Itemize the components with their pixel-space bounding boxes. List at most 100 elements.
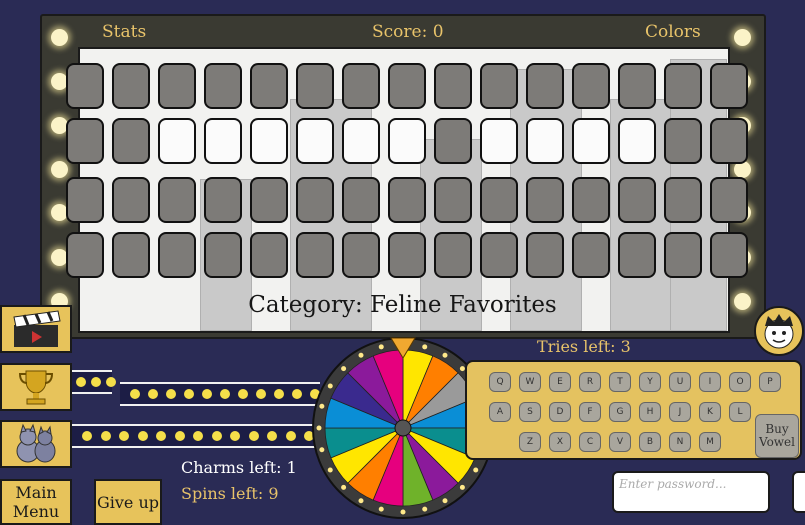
letter-tile (434, 118, 472, 164)
buy-vowel-button[interactable]: Buy Vowel (755, 414, 799, 458)
letter-tile (296, 232, 334, 278)
key-o[interactable]: O (729, 372, 751, 392)
key-d[interactable]: D (549, 402, 571, 422)
strip-dot (119, 431, 129, 441)
letter-tile (618, 63, 656, 109)
strip-dot (76, 377, 86, 387)
strip-dot (100, 431, 111, 441)
key-t[interactable]: T (609, 372, 631, 392)
letter-tile (572, 232, 610, 278)
wheel-rim-dot (327, 383, 333, 389)
letter-tile (388, 118, 426, 164)
letter-tile (526, 118, 564, 164)
strip-dot (174, 431, 185, 441)
trophy-button[interactable] (0, 363, 72, 411)
wheel-rim-dot (319, 403, 325, 409)
key-w[interactable]: W (519, 372, 541, 392)
letter-tile (204, 232, 242, 278)
key-c[interactable]: C (579, 432, 601, 452)
letter-tile (572, 177, 610, 223)
strip-dot (267, 431, 277, 441)
key-p[interactable]: P (759, 372, 781, 392)
key-b[interactable]: B (639, 432, 661, 452)
wheel-rim-dot (341, 366, 347, 372)
clapperboard-button[interactable] (0, 305, 72, 353)
letter-tile (112, 232, 150, 278)
key-y[interactable]: Y (639, 372, 661, 392)
letter-tile (618, 232, 656, 278)
key-u[interactable]: U (669, 372, 691, 392)
letter-tile (204, 118, 242, 164)
key-r[interactable]: R (579, 372, 601, 392)
key-g[interactable]: G (609, 402, 631, 422)
key-x[interactable]: X (549, 432, 571, 452)
strip-dot (238, 389, 248, 399)
give-up-button[interactable]: Give up (94, 479, 162, 525)
wheel-rim-dot (473, 467, 479, 473)
letter-tile (664, 63, 702, 109)
letter-tile (342, 232, 380, 278)
letter-tile (112, 118, 150, 164)
cats-button[interactable] (0, 420, 72, 468)
wheel-rim-dot (358, 352, 364, 358)
wheel-rim-dot (358, 498, 364, 504)
key-l[interactable]: L (729, 402, 751, 422)
clapperboard-icon (13, 310, 61, 347)
letter-tile (250, 118, 288, 164)
strip-dot (91, 377, 101, 387)
charms-left: Charms left: 1 (181, 458, 297, 477)
key-a[interactable]: A (489, 402, 511, 422)
main-menu-button[interactable]: Main Menu (0, 479, 72, 525)
strip-dot (220, 389, 230, 399)
letter-tile (664, 118, 702, 164)
key-m[interactable]: M (699, 432, 721, 452)
letter-tile (434, 232, 472, 278)
password-input[interactable]: Enter password... (612, 471, 770, 513)
key-e[interactable]: E (549, 372, 571, 392)
key-j[interactable]: J (669, 402, 691, 422)
letter-tile (434, 63, 472, 109)
key-i[interactable]: I (699, 372, 721, 392)
wheel-hub (394, 419, 412, 437)
letter-tile (66, 118, 104, 164)
wheel-rim-dot (442, 498, 448, 504)
key-h[interactable]: H (639, 402, 661, 422)
letter-tile (112, 63, 150, 109)
wheel-rim-dot (316, 425, 322, 431)
strip-dot (248, 431, 259, 441)
key-s[interactable]: S (519, 402, 541, 422)
wheel-rim-dot (378, 344, 384, 350)
letter-tile (388, 177, 426, 223)
trophy-icon (18, 370, 54, 405)
letter-tile (66, 63, 104, 109)
letter-tile (112, 177, 150, 223)
colors-button[interactable]: Colors (645, 22, 701, 42)
key-z[interactable]: Z (519, 432, 541, 452)
key-n[interactable]: N (669, 432, 691, 452)
wheel-rim-dot (341, 484, 347, 490)
letter-tile (204, 177, 242, 223)
strip-dot (292, 389, 302, 399)
strip-dot (137, 431, 148, 441)
score-display: Score: 0 (372, 22, 444, 42)
strip-dot (166, 389, 176, 399)
letter-tile (710, 232, 748, 278)
key-k[interactable]: K (699, 402, 721, 422)
letter-tile (710, 63, 748, 109)
key-f[interactable]: F (579, 402, 601, 422)
avatar[interactable] (754, 306, 804, 356)
key-v[interactable]: V (609, 432, 631, 452)
wheel-rim-dot (319, 447, 325, 453)
letter-tile (296, 118, 334, 164)
key-q[interactable]: Q (489, 372, 511, 392)
letter-tile (618, 118, 656, 164)
letter-tile (572, 118, 610, 164)
letter-tile (710, 177, 748, 223)
stats-button[interactable]: Stats (102, 22, 146, 42)
letter-tile (526, 63, 564, 109)
letter-tile (250, 232, 288, 278)
strip-dot (211, 431, 222, 441)
letter-tile (480, 118, 518, 164)
submit-button[interactable] (792, 471, 805, 513)
strip-dot (130, 389, 140, 399)
